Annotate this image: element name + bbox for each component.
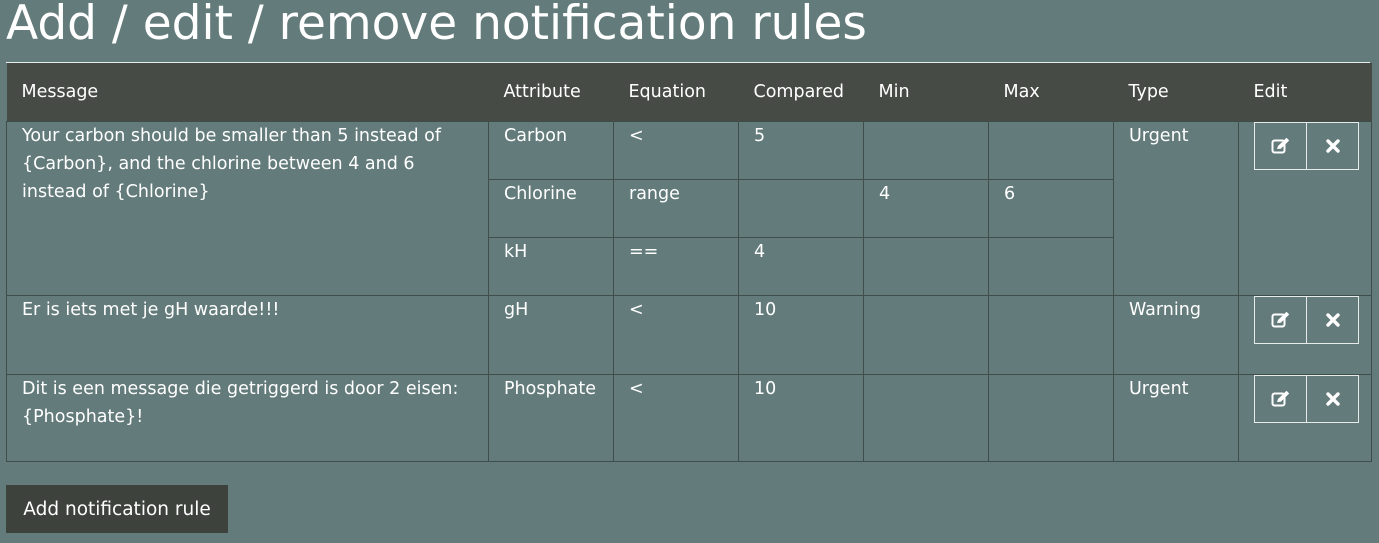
header-max: Max (988, 63, 1114, 122)
condition-min (863, 374, 989, 462)
remove-rule-button[interactable] (1306, 122, 1359, 170)
rule-message: Your carbon should be smaller than 5 ins… (6, 121, 489, 296)
table-row: Er is iets met je gH waarde!!! gH < 10 W… (6, 295, 1372, 375)
condition-equation: range (613, 179, 739, 238)
rule-button-group (1254, 375, 1363, 423)
close-icon (1325, 392, 1340, 406)
condition-compared (738, 179, 864, 238)
condition-min: 4 (863, 179, 989, 238)
add-notification-rule-button[interactable]: Add notification rule (6, 485, 228, 533)
rule-button-group (1254, 296, 1363, 344)
condition-equation: < (613, 121, 739, 180)
rule-type: Warning (1113, 295, 1239, 375)
condition-min (863, 237, 989, 296)
edit-rule-button[interactable] (1254, 122, 1307, 170)
edit-icon (1271, 137, 1289, 154)
table-header: Message Attribute Equation Compared Min … (6, 63, 1372, 122)
rule-type: Urgent (1113, 121, 1239, 296)
condition-max (988, 295, 1114, 375)
header-edit: Edit (1238, 63, 1372, 122)
condition-attribute: gH (488, 295, 614, 375)
table-row: Your carbon should be smaller than 5 ins… (6, 121, 1372, 296)
close-icon (1325, 313, 1340, 327)
rule-message: Dit is een message die getriggerd is doo… (6, 374, 489, 462)
condition-max (988, 237, 1114, 296)
condition-attribute: Carbon (488, 121, 614, 180)
header-message: Message (6, 63, 489, 122)
header-min: Min (863, 63, 989, 122)
edit-rule-button[interactable] (1254, 375, 1307, 423)
notification-rules-table: Message Attribute Equation Compared Min … (6, 63, 1372, 462)
header-equation: Equation (613, 63, 739, 122)
close-icon (1325, 139, 1340, 153)
condition-attribute: Phosphate (488, 374, 614, 462)
condition-equation: < (613, 295, 739, 375)
condition-max (988, 121, 1114, 180)
edit-icon (1271, 390, 1289, 407)
rule-type: Urgent (1113, 374, 1239, 462)
page-title: Add / edit / remove notification rules (6, 0, 867, 51)
header-attribute: Attribute (488, 63, 614, 122)
remove-rule-button[interactable] (1306, 375, 1359, 423)
rule-message: Er is iets met je gH waarde!!! (6, 295, 489, 375)
condition-max (988, 374, 1114, 462)
header-row: Message Attribute Equation Compared Min … (6, 63, 1372, 122)
condition-min (863, 121, 989, 180)
condition-compared: 10 (738, 295, 864, 375)
table-body: Your carbon should be smaller than 5 ins… (6, 121, 1372, 462)
edit-icon (1271, 311, 1289, 328)
rule-actions (1238, 295, 1372, 375)
header-compared: Compared (738, 63, 864, 122)
rule-actions (1238, 374, 1372, 462)
remove-rule-button[interactable] (1306, 296, 1359, 344)
condition-attribute: kH (488, 237, 614, 296)
condition-compared: 5 (738, 121, 864, 180)
condition-max: 6 (988, 179, 1114, 238)
condition-min (863, 295, 989, 375)
rule-button-group (1254, 122, 1363, 170)
rule-actions (1238, 121, 1372, 296)
condition-equation: == (613, 237, 739, 296)
header-type: Type (1113, 63, 1239, 122)
condition-compared: 10 (738, 374, 864, 462)
condition-compared: 4 (738, 237, 864, 296)
table-row: Dit is een message die getriggerd is doo… (6, 374, 1372, 462)
edit-rule-button[interactable] (1254, 296, 1307, 344)
condition-equation: < (613, 374, 739, 462)
condition-attribute: Chlorine (488, 179, 614, 238)
